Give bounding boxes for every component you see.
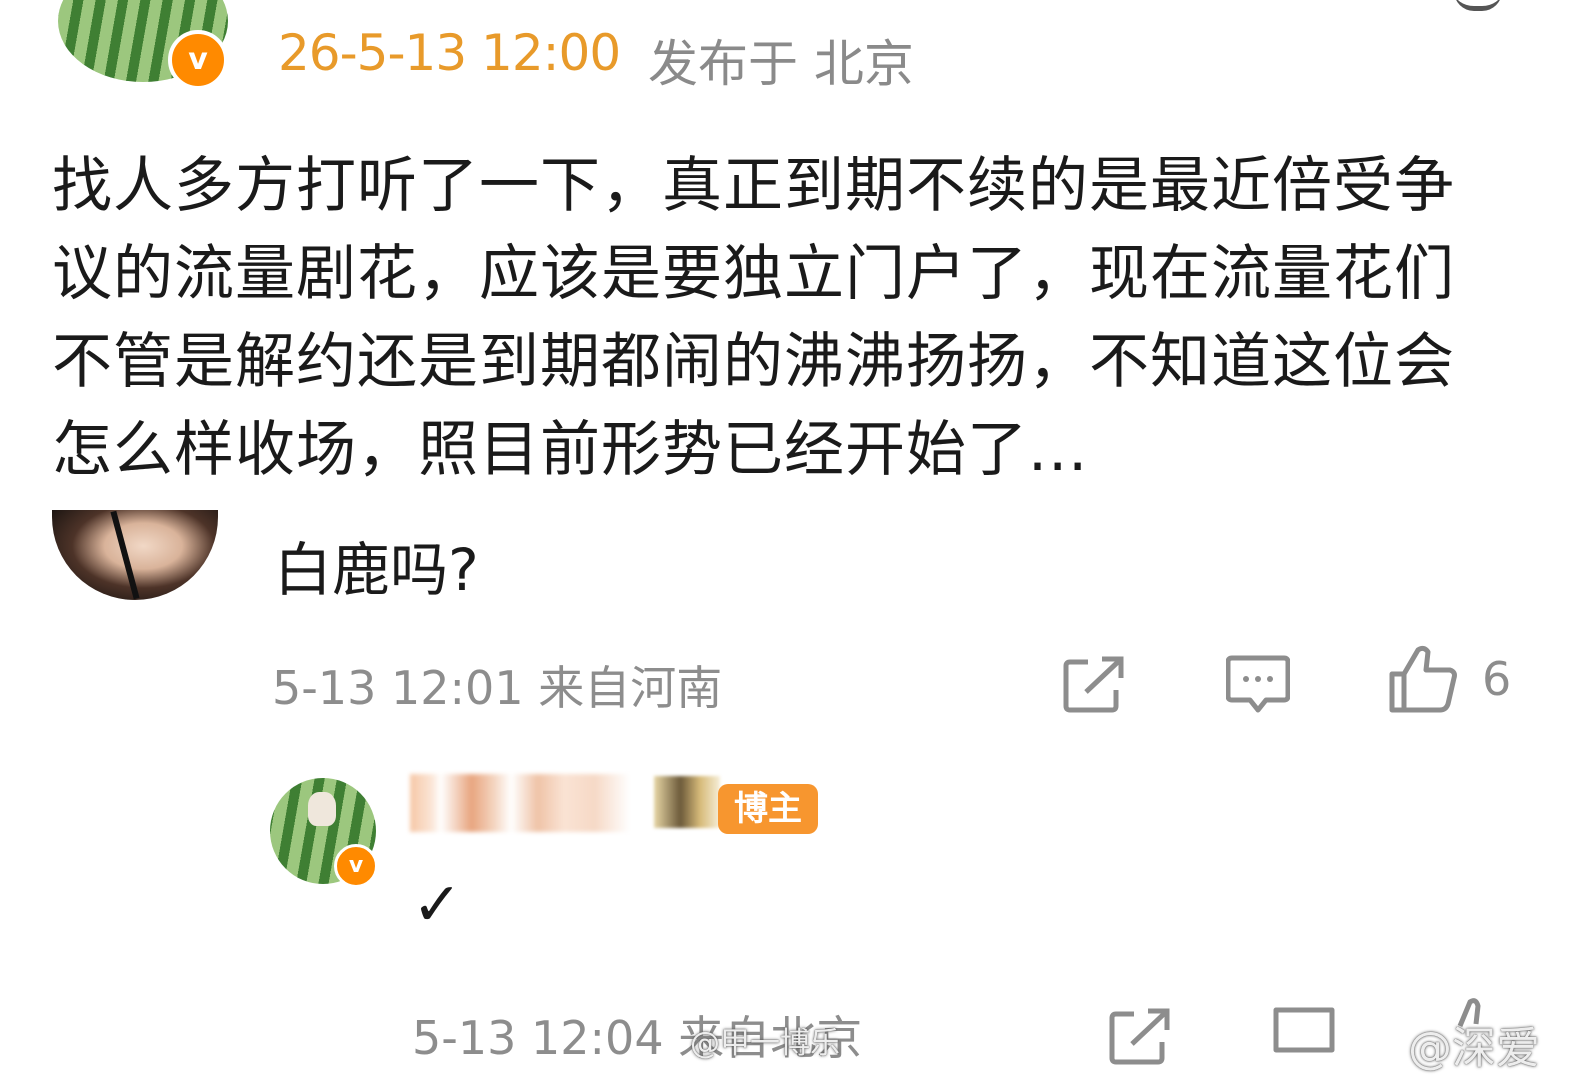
like-count: 6 <box>1482 652 1512 706</box>
post-location: 发布于 北京 <box>648 35 914 93</box>
comment-text: 白鹿吗? <box>274 536 479 604</box>
like-icon[interactable] <box>1388 644 1460 714</box>
cropped-icon-fragment <box>1454 0 1502 11</box>
post-body-text: 找人多方打听了一下，真正到期不续的是最近倍受争议的流量剧花，应该是要独立门户了，… <box>52 151 1455 485</box>
commenter-avatar[interactable] <box>52 510 218 600</box>
reply-author-name-blurred[interactable] <box>410 774 630 832</box>
post-timestamp: 26-5-13 12:00 <box>278 24 621 82</box>
watermark-right: @深爱 <box>1408 1023 1540 1074</box>
comment-meta: 5-13 12:01 来自河南 <box>272 661 723 715</box>
reply-text: ✓ <box>412 870 463 940</box>
share-icon[interactable] <box>1108 1006 1172 1066</box>
comment-icon[interactable] <box>1225 654 1291 716</box>
avatar-photo-detail <box>110 510 140 600</box>
avatar-photo-detail <box>308 792 336 826</box>
share-icon[interactable] <box>1062 654 1126 714</box>
verified-icon: v <box>168 30 228 90</box>
watermark-left: @甲一博乐 <box>690 1026 840 1061</box>
crown-icon <box>654 776 720 828</box>
author-badge: 博主 <box>718 784 818 834</box>
verified-icon: v <box>334 844 378 888</box>
comment-icon[interactable] <box>1270 1004 1340 1064</box>
